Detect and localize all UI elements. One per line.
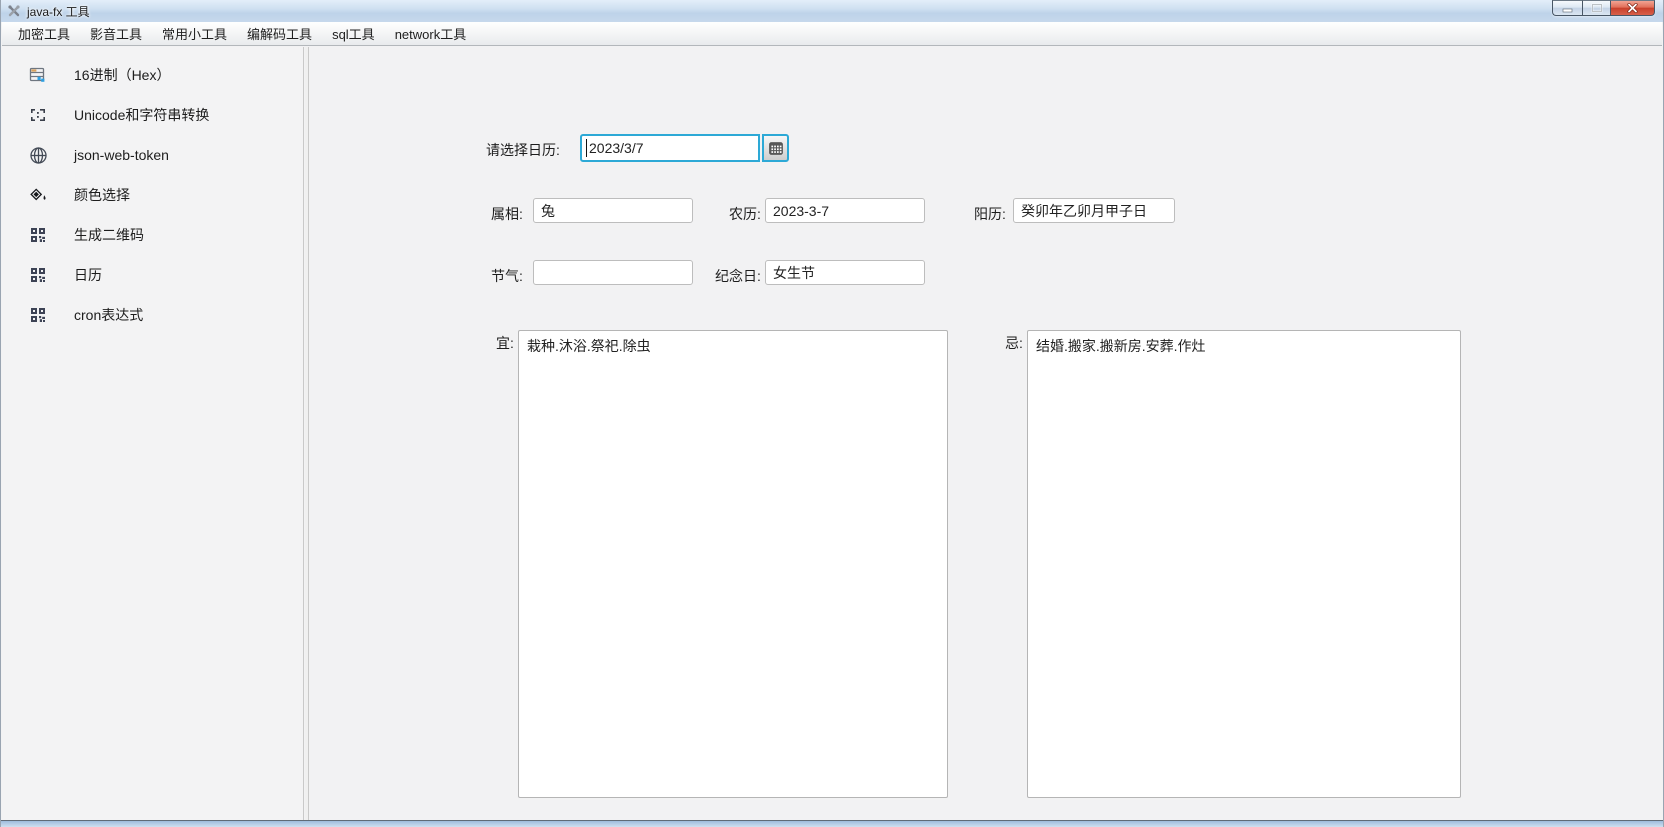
sidebar-item-label: json-web-token [74,147,169,163]
app-window: java-fx 工具 加密工具 影音工具 常用小工具 编解码工具 sql工具 n… [0,0,1664,827]
avoid-label: 忌: [1005,333,1023,353]
calendar-panel: 请选择日历: 属相: 农历: 阳历: [310,47,1662,820]
date-picker-button[interactable] [762,134,789,162]
sidebar-item-hex[interactable]: 16进制（Hex） [2,55,303,95]
menu-network-tools[interactable]: network工具 [385,21,477,46]
window-controls [1552,0,1655,16]
solar-input[interactable] [1013,198,1175,223]
sidebar-divider [305,47,309,820]
menu-common-tools[interactable]: 常用小工具 [152,21,237,46]
menu-sql-tools[interactable]: sql工具 [322,21,385,46]
sidebar-item-label: Unicode和字符串转换 [74,105,209,125]
unicode-icon [28,105,48,125]
color-bucket-icon [28,185,48,205]
sidebar-item-label: 16进制（Hex） [74,65,170,85]
sidebar-item-calendar[interactable]: 日历 [2,255,303,295]
hex-grid-icon [28,65,48,85]
suitable-textarea[interactable]: 栽种.沐浴.祭祀.除虫 [518,330,948,798]
zodiac-label: 属相: [491,204,523,224]
lunar-label: 农历: [729,204,761,224]
suitable-label: 宜: [496,333,514,353]
qr-code-icon [28,305,48,325]
date-picker-label: 请选择日历: [486,140,560,160]
globe-icon [28,145,48,165]
titlebar[interactable]: java-fx 工具 [1,0,1663,22]
sidebar-item-label: 生成二维码 [74,225,144,245]
calendar-grid-icon [769,142,783,155]
anniversary-label: 纪念日: [715,266,761,286]
close-button[interactable] [1611,0,1655,16]
window-title: java-fx 工具 [27,3,90,20]
menu-encrypt-tools[interactable]: 加密工具 [8,21,80,46]
sidebar-item-unicode[interactable]: Unicode和字符串转换 [2,95,303,135]
anniversary-input[interactable] [765,260,925,285]
sidebar-item-color-picker[interactable]: 颜色选择 [2,175,303,215]
sidebar-item-label: 颜色选择 [74,185,130,205]
menu-media-tools[interactable]: 影音工具 [80,21,152,46]
qr-code-icon [28,265,48,285]
zodiac-input[interactable] [533,198,693,223]
sidebar-item-label: 日历 [74,265,102,285]
date-picker-input[interactable] [580,134,760,162]
minimize-button[interactable] [1552,0,1582,16]
qr-code-icon [28,225,48,245]
tools-icon [6,3,22,19]
body-area: 16进制（Hex） Unicode和字符串转换 [2,47,1662,820]
lunar-input[interactable] [765,198,925,223]
avoid-textarea[interactable]: 结婚.搬家.搬新房.安葬.作灶 [1027,330,1461,798]
sidebar: 16进制（Hex） Unicode和字符串转换 [2,47,304,820]
sidebar-item-label: cron表达式 [74,305,143,325]
solar-label: 阳历: [974,204,1006,224]
sidebar-item-cron[interactable]: cron表达式 [2,295,303,335]
text-caret [586,139,587,157]
sidebar-item-jwt[interactable]: json-web-token [2,135,303,175]
window-bottom-frame [1,820,1663,827]
solar-term-input[interactable] [533,260,693,285]
menubar: 加密工具 影音工具 常用小工具 编解码工具 sql工具 network工具 [2,22,1662,46]
maximize-button[interactable] [1582,0,1611,16]
solar-term-label: 节气: [491,266,523,286]
sidebar-item-qrcode[interactable]: 生成二维码 [2,215,303,255]
menu-codec-tools[interactable]: 编解码工具 [237,21,322,46]
